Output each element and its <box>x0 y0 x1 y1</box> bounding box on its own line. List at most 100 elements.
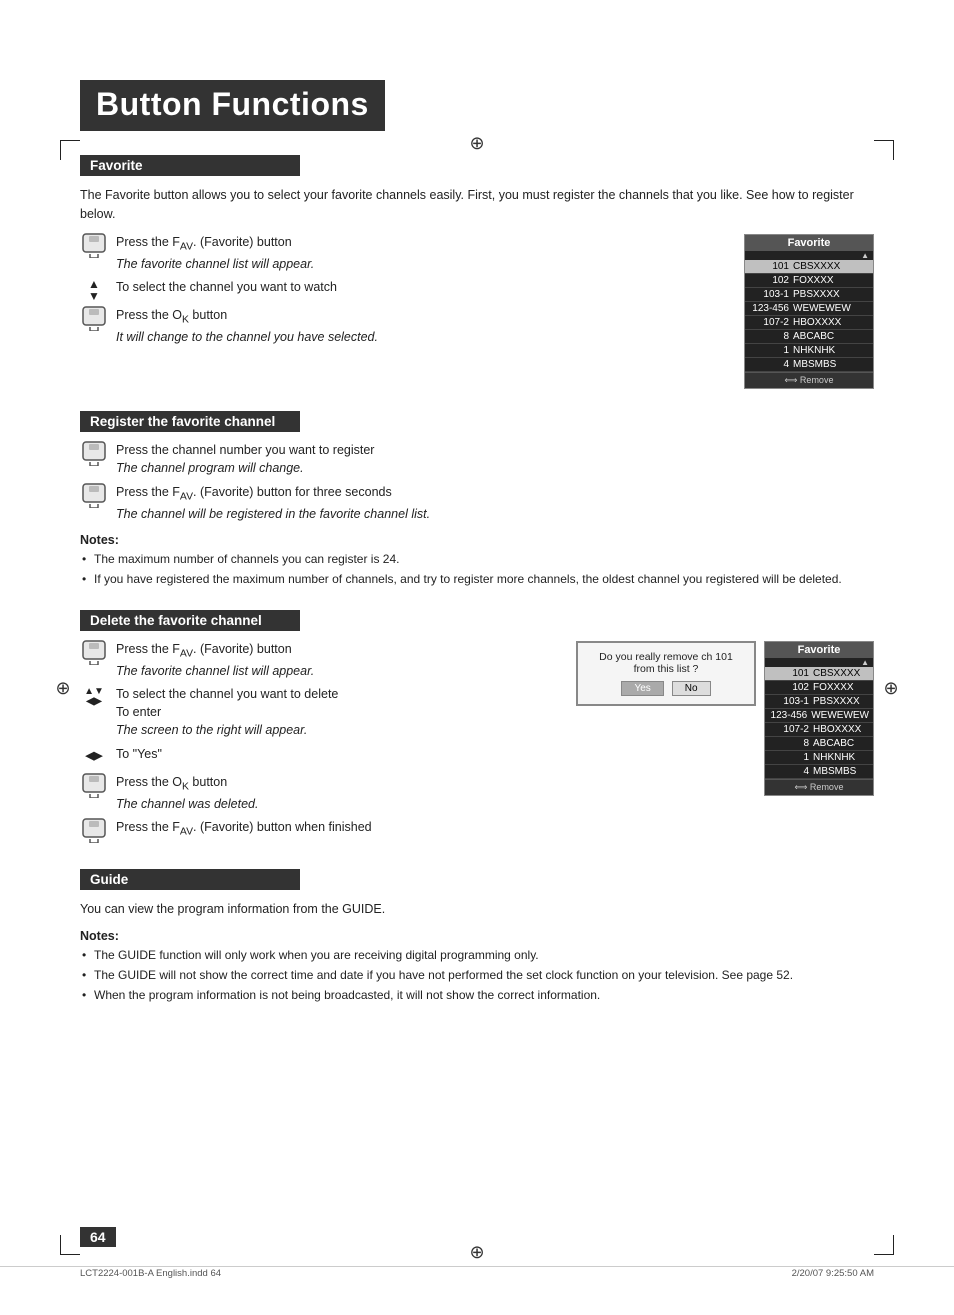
del-ch-101: 101 CBSXXXX <box>765 667 873 681</box>
del-step-2: ▲▼ ◀▶ To select the channel you want to … <box>80 686 560 740</box>
reg-step-1: Press the channel number you want to reg… <box>80 442 874 478</box>
register-notes-title: Notes: <box>80 533 874 547</box>
channel-row-4: 4 MBSMBS <box>745 358 873 372</box>
dialog-text: Do you really remove ch 101 from this li… <box>599 651 733 675</box>
footer-left-text: LCT2224-001B-A English.indd 64 <box>80 1268 221 1279</box>
reg-remote-icon-1 <box>80 442 108 464</box>
del-remote-icon-2 <box>80 774 108 796</box>
del-arrow-icon: ▲▼ ◀▶ <box>80 686 108 708</box>
corner-mark-br2 <box>874 1254 894 1255</box>
corner-mark-bl <box>60 1235 61 1255</box>
delete-header: Delete the favorite channel <box>80 610 300 631</box>
delete-section: Delete the favorite channel <box>80 610 874 848</box>
guide-note-1: The GUIDE function will only work when y… <box>80 947 874 964</box>
del-step-2-text: To select the channel you want to delete… <box>116 686 338 740</box>
del-ch-4: 4 MBSMBS <box>765 765 873 779</box>
register-header: Register the favorite channel <box>80 411 300 432</box>
reg-step-2-text: Press the FAV. (Favorite) button for thr… <box>116 484 430 524</box>
del-lr-arrow-icon: ◀▶ <box>80 746 108 768</box>
favorite-steps: Press the FAV. (Favorite) button The fav… <box>80 234 724 389</box>
del-step-1: Press the FAV. (Favorite) button The fav… <box>80 641 560 681</box>
channel-row-123: 123-456 WEWEWEW <box>745 302 873 316</box>
dialog-yes-button[interactable]: Yes <box>621 681 663 696</box>
favorite-instructions: Press the FAV. (Favorite) button The fav… <box>80 234 874 389</box>
favorite-description: The Favorite button allows you to select… <box>80 186 874 224</box>
scroll-up-arrow: ▲ <box>745 251 873 260</box>
footer-right-text: 2/20/07 9:25:50 AM <box>792 1268 874 1279</box>
guide-header: Guide <box>80 869 300 890</box>
del-ch-102: 102 FOXXXX <box>765 681 873 695</box>
corner-mark-bl2 <box>60 1254 80 1255</box>
crosshair-top-icon: ⊕ <box>469 135 485 151</box>
delete-dialog-area: Do you really remove ch 101 from this li… <box>576 641 756 710</box>
dialog-no-button[interactable]: No <box>672 681 711 696</box>
corner-mark-br <box>893 1235 894 1255</box>
corner-mark-tr2 <box>874 140 894 141</box>
page-number: 64 <box>80 1227 116 1247</box>
channel-row-1: 1 NHKNHK <box>745 344 873 358</box>
register-note-2: If you have registered the maximum numbe… <box>80 571 874 588</box>
delete-dialog: Do you really remove ch 101 from this li… <box>576 641 756 706</box>
del-remote-icon-1 <box>80 641 108 663</box>
remote-btn-ok-icon <box>80 307 108 329</box>
register-notes-list: The maximum number of channels you can r… <box>80 551 874 588</box>
guide-notes-title: Notes: <box>80 929 874 943</box>
del-step-5: Press the FAV. (Favorite) button when fi… <box>80 819 560 841</box>
guide-note-2: The GUIDE will not show the correct time… <box>80 967 874 984</box>
del-scroll-up: ▲ <box>765 658 873 667</box>
register-note-1: The maximum number of channels you can r… <box>80 551 874 568</box>
delete-ui-title: Favorite <box>765 642 873 658</box>
delete-right-panel: Do you really remove ch 101 from this li… <box>576 641 874 796</box>
del-ch-1: 1 NHKNHK <box>765 751 873 765</box>
remote-btn-icon <box>80 234 108 256</box>
favorite-section: Favorite The Favorite button allows you … <box>80 155 874 389</box>
crosshair-right-icon: ⊕ <box>883 680 899 696</box>
guide-section: Guide You can view the program informati… <box>80 869 874 1003</box>
delete-layout: Press the FAV. (Favorite) button The fav… <box>80 641 874 848</box>
channel-row-8: 8 ABCABC <box>745 330 873 344</box>
del-step-3: ◀▶ To "Yes" <box>80 746 560 768</box>
page-content: Button Functions Favorite The Favorite b… <box>80 80 874 1003</box>
channel-row-103: 103-1 PBSXXXX <box>745 288 873 302</box>
corner-mark-tr <box>893 140 894 160</box>
del-step-4: Press the OK button The channel was dele… <box>80 774 560 814</box>
corner-mark-tl <box>60 140 61 160</box>
crosshair-bottom-icon: ⊕ <box>469 1244 485 1260</box>
guide-description: You can view the program information fro… <box>80 900 874 919</box>
register-notes: Notes: The maximum number of channels yo… <box>80 533 874 588</box>
del-ch-8: 8 ABCABC <box>765 737 873 751</box>
arrow-updown-icon: ▲▼ <box>80 279 108 301</box>
del-ch-103: 103-1 PBSXXXX <box>765 695 873 709</box>
guide-notes: Notes: The GUIDE function will only work… <box>80 929 874 1003</box>
fav-step-1: Press the FAV. (Favorite) button The fav… <box>80 234 724 274</box>
crosshair-left-icon: ⊕ <box>55 680 71 696</box>
register-section: Register the favorite channel Press the … <box>80 411 874 588</box>
channel-row-107: 107-2 HBOXXXX <box>745 316 873 330</box>
delete-right-inner: Do you really remove ch 101 from this li… <box>576 641 874 796</box>
favorite-ui-title: Favorite <box>745 235 873 251</box>
remove-label: ⟺ Remove <box>745 372 873 388</box>
channel-row-101: 101 CBSXXXX <box>745 260 873 274</box>
del-step-3-text: To "Yes" <box>116 746 162 764</box>
del-ch-107: 107-2 HBOXXXX <box>765 723 873 737</box>
del-remote-icon-3 <box>80 819 108 841</box>
guide-notes-list: The GUIDE function will only work when y… <box>80 947 874 1003</box>
guide-note-3: When the program information is not bein… <box>80 987 874 1004</box>
reg-step-2: Press the FAV. (Favorite) button for thr… <box>80 484 874 524</box>
del-step-5-text: Press the FAV. (Favorite) button when fi… <box>116 819 372 840</box>
register-steps: Press the channel number you want to reg… <box>80 442 874 524</box>
fav-step-2-text: To select the channel you want to watch <box>116 279 337 297</box>
del-remove-label: ⟺ Remove <box>765 779 873 795</box>
delete-steps-col: Press the FAV. (Favorite) button The fav… <box>80 641 560 848</box>
reg-step-1-text: Press the channel number you want to reg… <box>116 442 374 478</box>
reg-remote-icon-2 <box>80 484 108 506</box>
favorite-header: Favorite <box>80 155 300 176</box>
dialog-buttons: Yes No <box>588 681 744 696</box>
fav-step-2: ▲▼ To select the channel you want to wat… <box>80 279 724 301</box>
page-footer: LCT2224-001B-A English.indd 64 2/20/07 9… <box>0 1266 954 1273</box>
corner-mark-tl2 <box>60 140 80 141</box>
fav-step-3: Press the OK button It will change to th… <box>80 307 724 347</box>
fav-step-1-text: Press the FAV. (Favorite) button The fav… <box>116 234 314 274</box>
favorite-channel-ui: Favorite ▲ 101 CBSXXXX 102 FOXXXX 103-1 … <box>744 234 874 389</box>
del-step-1-text: Press the FAV. (Favorite) button The fav… <box>116 641 314 681</box>
